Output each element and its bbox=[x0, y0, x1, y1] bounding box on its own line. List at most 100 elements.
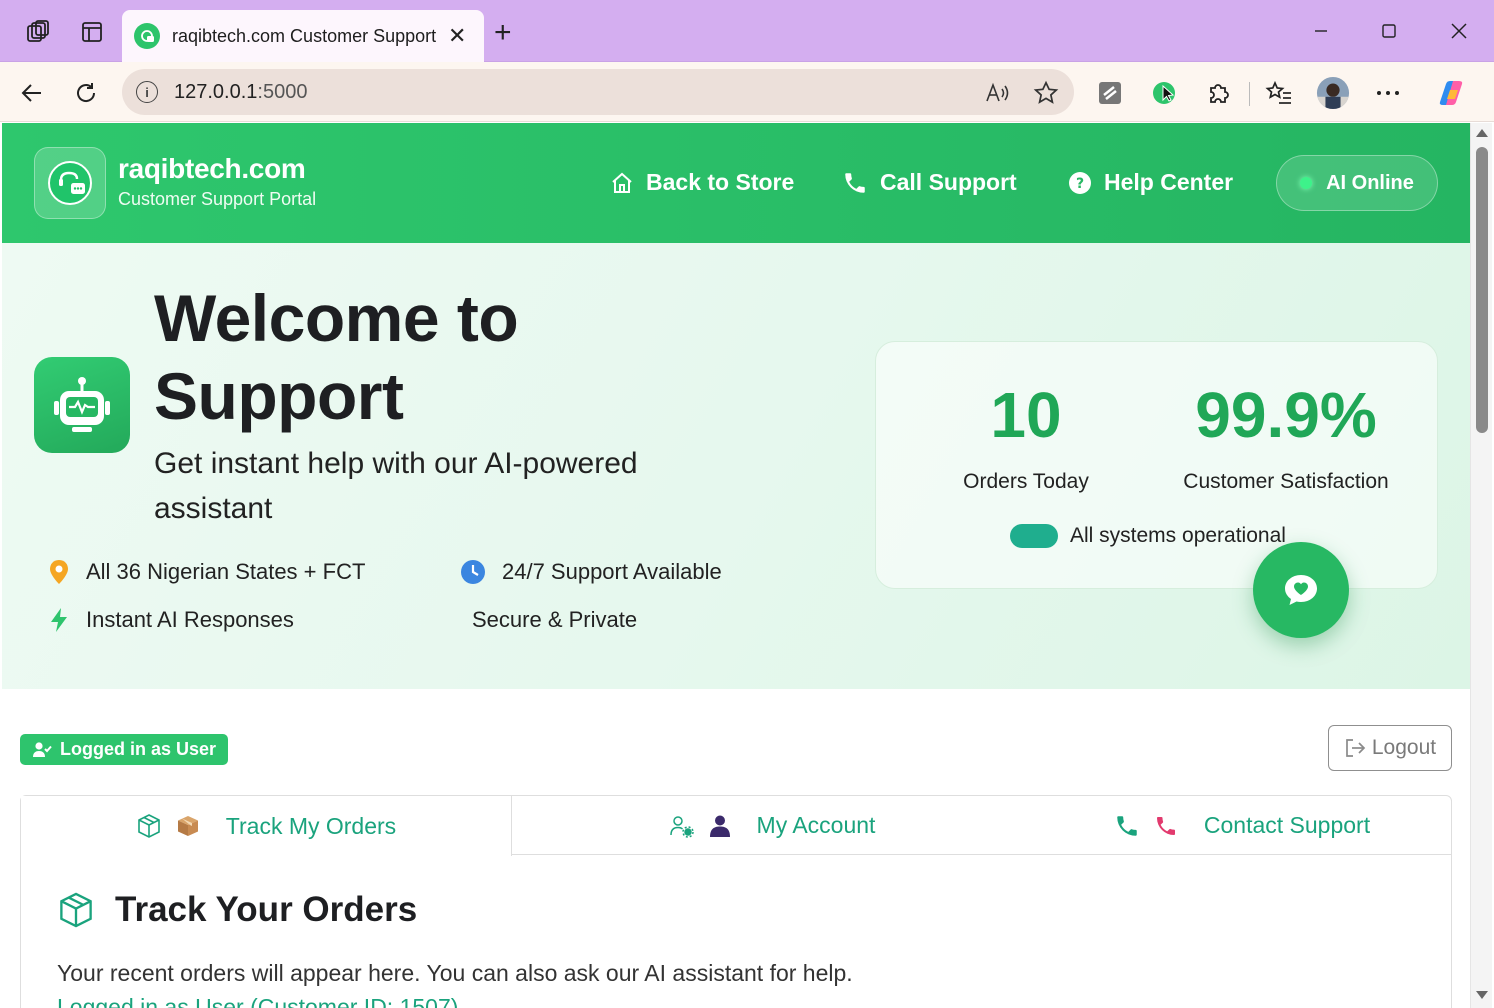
satisfaction-value: 99.9% bbox=[1195, 379, 1377, 451]
home-icon bbox=[612, 172, 632, 193]
location-pin-icon bbox=[50, 560, 68, 584]
satisfaction-label: Customer Satisfaction bbox=[1183, 470, 1389, 493]
scroll-up-icon[interactable] bbox=[1476, 129, 1488, 137]
extension-notes-icon[interactable] bbox=[1093, 76, 1127, 110]
telephone-receiver-icon bbox=[1154, 814, 1192, 838]
toolbar-separator bbox=[1249, 82, 1250, 106]
browser-tab-bar: raqibtech.com Customer Support ✕ + bbox=[0, 0, 1494, 62]
box-icon bbox=[60, 892, 92, 928]
favorite-star-icon[interactable] bbox=[1032, 79, 1060, 107]
page-viewport: raqibtech.com Customer Support Portal Ba… bbox=[2, 123, 1470, 1008]
ai-online-status: AI Online bbox=[1276, 155, 1438, 211]
copilot-icon[interactable] bbox=[1434, 76, 1468, 110]
stats-card: 10 Orders Today 99.9% Customer Satisfact… bbox=[875, 341, 1438, 589]
logged-in-label: Logged in as User bbox=[60, 739, 217, 759]
tabs-row: Track My Orders My Account Contact Suppo… bbox=[21, 796, 1452, 856]
page-scrollbar[interactable] bbox=[1470, 123, 1492, 1008]
tab-close-icon[interactable]: ✕ bbox=[448, 25, 466, 47]
feature-instant: Instant AI Responses bbox=[48, 607, 294, 633]
new-tab-icon[interactable]: + bbox=[494, 18, 512, 48]
hero-subtitle: Get instant help with our AI-powered ass… bbox=[154, 447, 638, 525]
chat-fab-button[interactable] bbox=[1253, 542, 1349, 638]
system-status: All systems operational bbox=[1010, 524, 1286, 548]
tab-my-account[interactable]: My Account bbox=[512, 796, 1032, 855]
person-silhouette-icon bbox=[709, 814, 745, 838]
more-options-icon[interactable] bbox=[1371, 76, 1405, 110]
tab-track-orders-label: Track My Orders bbox=[225, 812, 397, 839]
url-port: :5000 bbox=[257, 80, 308, 103]
user-gear-icon bbox=[669, 815, 694, 838]
read-aloud-icon[interactable] bbox=[984, 79, 1012, 107]
back-arrow-icon[interactable] bbox=[15, 76, 49, 110]
browser-tab-active[interactable]: raqibtech.com Customer Support ✕ bbox=[122, 10, 484, 62]
tab-contact-support[interactable]: Contact Support bbox=[1032, 796, 1452, 855]
feature-secure-label: Secure & Private bbox=[472, 607, 638, 632]
orders-section-description: Your recent orders will appear here. You… bbox=[57, 960, 853, 986]
minimize-icon[interactable] bbox=[1298, 16, 1344, 46]
feature-secure: Secure & Private bbox=[472, 607, 637, 633]
address-bar[interactable]: i 127.0.0.1:5000 bbox=[122, 69, 1074, 115]
tab-title: raqibtech.com Customer Support bbox=[172, 25, 437, 46]
scroll-down-icon[interactable] bbox=[1476, 991, 1488, 999]
feature-support-label: 24/7 Support Available bbox=[502, 559, 722, 584]
feature-instant-label: Instant AI Responses bbox=[86, 607, 294, 632]
box-outline-icon bbox=[137, 814, 160, 838]
system-status-label: All systems operational bbox=[1070, 524, 1286, 547]
tab-contact-support-label: Contact Support bbox=[1203, 812, 1371, 838]
orders-section-title: Track Your Orders bbox=[57, 890, 417, 930]
nav-back-to-store-label: Back to Store bbox=[646, 169, 795, 195]
url-text: 127.0.0.1:5000 bbox=[174, 81, 307, 104]
nav-help-center-label: Help Center bbox=[1104, 169, 1234, 195]
lightning-icon bbox=[51, 608, 67, 632]
question-circle-icon: ? bbox=[1069, 171, 1091, 194]
profile-avatar[interactable] bbox=[1316, 76, 1350, 110]
status-indicator-icon bbox=[1010, 524, 1058, 548]
brand-name: raqibtech.com bbox=[118, 153, 306, 184]
package-icon bbox=[176, 814, 214, 838]
tab-favicon-icon bbox=[134, 23, 160, 49]
close-window-icon[interactable] bbox=[1436, 16, 1482, 46]
tab-track-orders[interactable]: Track My Orders bbox=[21, 796, 512, 856]
hero-title: Welcome to Support bbox=[154, 281, 519, 433]
orders-today-value: 10 bbox=[990, 379, 1062, 451]
scrollbar-thumb[interactable] bbox=[1476, 147, 1488, 433]
clock-icon bbox=[461, 560, 485, 584]
logged-in-badge: Logged in as User bbox=[20, 734, 229, 765]
tabs-panel: Track My Orders My Account Contact Suppo… bbox=[20, 795, 1452, 1008]
feature-support: 24/7 Support Available bbox=[460, 559, 722, 585]
feature-states-label: All 36 Nigerian States + FCT bbox=[86, 559, 366, 584]
svg-text:?: ? bbox=[1076, 176, 1084, 192]
feature-states: All 36 Nigerian States + FCT bbox=[48, 559, 365, 585]
ai-status-label: AI Online bbox=[1326, 171, 1414, 194]
nav-call-support-label: Call Support bbox=[880, 169, 1017, 195]
nav-back-to-store[interactable]: Back to Store bbox=[610, 169, 794, 196]
user-check-icon bbox=[33, 741, 52, 757]
url-host: 127.0.0.1 bbox=[174, 80, 258, 103]
site-logo[interactable] bbox=[34, 147, 106, 219]
phone-icon bbox=[845, 172, 865, 193]
nav-help-center[interactable]: ? Help Center bbox=[1068, 169, 1233, 196]
tab-my-account-label: My Account bbox=[756, 812, 876, 838]
logged-in-user-line: Logged in as User (Customer ID: 1507) bbox=[57, 994, 459, 1008]
orders-today-label: Orders Today bbox=[963, 470, 1089, 493]
site-info-icon[interactable]: i bbox=[136, 81, 158, 103]
browser-toolbar: i 127.0.0.1:5000 bbox=[0, 62, 1494, 122]
maximize-icon[interactable] bbox=[1366, 16, 1412, 46]
brand-subtitle: Customer Support Portal bbox=[118, 189, 317, 209]
phone-outline-icon bbox=[1117, 815, 1137, 836]
orders-section-title-label: Track Your Orders bbox=[115, 890, 418, 929]
chat-bubble-icon bbox=[1285, 575, 1317, 605]
favorites-list-icon[interactable] bbox=[1262, 76, 1296, 110]
logout-label: Logout bbox=[1371, 736, 1437, 759]
workspaces-icon[interactable] bbox=[22, 16, 54, 48]
vertical-tabs-icon[interactable] bbox=[76, 16, 108, 48]
extensions-puzzle-icon[interactable] bbox=[1202, 76, 1236, 110]
robot-icon bbox=[34, 357, 130, 453]
logout-button[interactable]: Logout bbox=[1328, 725, 1452, 771]
hero-section: Welcome to Support Get instant help with… bbox=[2, 243, 1470, 689]
nav-call-support[interactable]: Call Support bbox=[842, 169, 1017, 196]
refresh-icon[interactable] bbox=[69, 76, 103, 110]
online-dot-icon bbox=[1300, 177, 1313, 189]
extension-support-icon[interactable] bbox=[1147, 76, 1181, 110]
logout-icon bbox=[1346, 739, 1366, 757]
